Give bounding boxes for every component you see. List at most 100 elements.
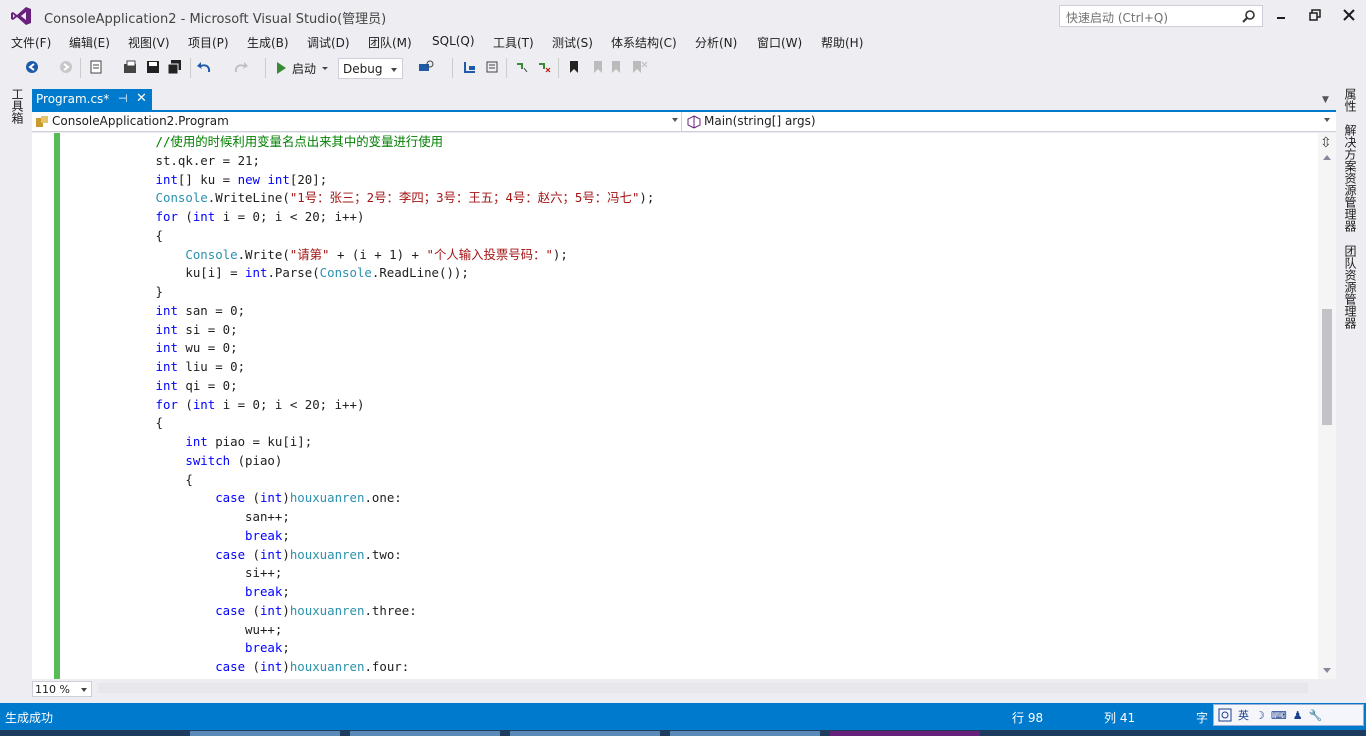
scroll-thumb[interactable]: [1322, 309, 1332, 425]
taskbar-button[interactable]: [350, 731, 500, 736]
ime-keyboard-icon[interactable]: ⌨: [1271, 709, 1287, 722]
solution-configuration-select[interactable]: Debug: [338, 58, 403, 79]
new-project-icon[interactable]: [88, 59, 104, 75]
menu-analyze[interactable]: 分析(N): [695, 34, 737, 51]
code-line[interactable]: break;: [66, 639, 654, 658]
tab-program-cs[interactable]: Program.cs* ⊣ ✕: [32, 89, 152, 110]
scroll-down-icon[interactable]: [1323, 668, 1331, 673]
uncomment-icon[interactable]: [536, 59, 552, 75]
start-debugging-button[interactable]: 启动: [275, 58, 329, 78]
code-line[interactable]: for (int i = 0; i < 20; i++): [66, 396, 654, 415]
code-line[interactable]: //使用的时候利用变量名点出来其中的变量进行使用: [66, 133, 654, 152]
menu-sql[interactable]: SQL(Q): [432, 34, 475, 48]
ime-logo-icon[interactable]: [1218, 708, 1232, 722]
code-line[interactable]: {: [66, 471, 654, 490]
code-line[interactable]: int[] ku = new int[20];: [66, 171, 654, 190]
team-explorer-tab[interactable]: 团队资源管理器: [1342, 245, 1359, 329]
code-line[interactable]: ku[i] = int.Parse(Console.ReadLine());: [66, 264, 654, 283]
taskbar-button[interactable]: [190, 731, 340, 736]
split-editor-icon[interactable]: ⇳: [1320, 135, 1332, 151]
taskbar-button[interactable]: [670, 731, 820, 736]
code-editor[interactable]: //使用的时候利用变量名点出来其中的变量进行使用 st.qk.er = 21; …: [32, 133, 1318, 679]
code-line[interactable]: case (int)houxuanren.four:: [66, 658, 654, 677]
ime-toolbar[interactable]: 英 ☽ ⌨ ♟ 🔧: [1213, 704, 1364, 726]
code-line[interactable]: san++;: [66, 508, 654, 527]
code-line[interactable]: int wu = 0;: [66, 339, 654, 358]
restore-button[interactable]: [1304, 6, 1326, 24]
properties-tab[interactable]: 属性: [1342, 88, 1359, 112]
code-line[interactable]: wu++;: [66, 621, 654, 640]
code-line[interactable]: int san = 0;: [66, 302, 654, 321]
code-line[interactable]: int qi = 0;: [66, 377, 654, 396]
menu-view[interactable]: 视图(V): [128, 34, 170, 51]
ime-language-toggle[interactable]: 英: [1238, 707, 1249, 723]
open-file-icon[interactable]: [122, 59, 138, 75]
solution-explorer-tab[interactable]: 解决方案资源管理器: [1342, 124, 1359, 232]
menu-debug[interactable]: 调试(D): [307, 34, 350, 51]
comment-icon[interactable]: [514, 59, 530, 75]
menu-tools[interactable]: 工具(T): [493, 34, 534, 51]
code-line[interactable]: }: [66, 283, 654, 302]
taskbar-button[interactable]: [510, 731, 660, 736]
pin-icon[interactable]: ⊣: [118, 92, 128, 105]
clear-bookmarks-icon[interactable]: [632, 59, 648, 75]
code-line[interactable]: int liu = 0;: [66, 358, 654, 377]
undo-icon[interactable]: [197, 59, 213, 75]
properties-icon[interactable]: [484, 59, 500, 75]
scroll-up-icon[interactable]: [1323, 155, 1331, 160]
class-dropdown[interactable]: ConsoleApplication2.Program: [32, 112, 682, 132]
menu-window[interactable]: 窗口(W): [757, 34, 802, 51]
minimize-button[interactable]: [1270, 6, 1292, 24]
menu-team[interactable]: 团队(M): [368, 34, 412, 51]
quick-launch-input[interactable]: 快速启动 (Ctrl+Q): [1059, 5, 1263, 27]
solution-explorer-icon[interactable]: [462, 59, 478, 75]
ime-punctuation-icon[interactable]: ☽: [1255, 709, 1265, 722]
ime-user-icon[interactable]: ♟: [1293, 709, 1303, 722]
member-dropdown[interactable]: Main(string[] args): [684, 112, 1334, 132]
search-icon[interactable]: [1242, 9, 1256, 23]
menu-test[interactable]: 测试(S): [552, 34, 593, 51]
next-bookmark-icon[interactable]: [610, 59, 626, 75]
code-line[interactable]: switch (piao): [66, 452, 654, 471]
previous-bookmark-icon[interactable]: [588, 59, 604, 75]
menu-project[interactable]: 项目(P): [188, 34, 229, 51]
tab-overflow-icon[interactable]: ▼: [1322, 95, 1329, 105]
horizontal-scrollbar[interactable]: [98, 683, 1308, 693]
code-line[interactable]: case (int)houxuanren.one:: [66, 489, 654, 508]
code-line[interactable]: Console.WriteLine("1号：张三；2号：李四；3号：王五；4号：…: [66, 189, 655, 208]
menu-edit[interactable]: 编辑(E): [69, 34, 110, 51]
code-line[interactable]: break;: [66, 583, 654, 602]
ime-settings-icon[interactable]: 🔧: [1309, 709, 1323, 722]
code-line[interactable]: case (int)houxuanren.three:: [66, 602, 654, 621]
code-line[interactable]: int piao = ku[i];: [66, 433, 654, 452]
redo-icon[interactable]: [232, 59, 248, 75]
zoom-select[interactable]: 110 %: [32, 681, 92, 697]
taskbar-button[interactable]: [830, 731, 980, 736]
code-line[interactable]: si++;: [66, 564, 654, 583]
find-in-files-icon[interactable]: [418, 59, 434, 75]
code-line[interactable]: Console.Write("请第" + (i + 1) + "个人输入投票号码…: [66, 246, 654, 265]
close-tab-icon[interactable]: ✕: [136, 91, 147, 106]
code-line[interactable]: int si = 0;: [66, 321, 654, 340]
code-line[interactable]: st.qk.er = 21;: [66, 152, 654, 171]
menu-file[interactable]: 文件(F): [11, 34, 51, 51]
bookmark-icon[interactable]: [566, 59, 582, 75]
code-line[interactable]: case (int)houxuanren.two:: [66, 546, 654, 565]
toolbox-tab[interactable]: 工具箱: [9, 88, 26, 124]
code-line[interactable]: break;: [66, 527, 654, 546]
code-text[interactable]: //使用的时候利用变量名点出来其中的变量进行使用 st.qk.er = 21; …: [66, 133, 655, 679]
code-line[interactable]: {: [66, 227, 654, 246]
save-all-icon[interactable]: [167, 59, 183, 75]
menu-help[interactable]: 帮助(H): [821, 34, 863, 51]
back-icon[interactable]: [24, 59, 40, 75]
menu-build[interactable]: 生成(B): [247, 34, 289, 51]
forward-icon[interactable]: [58, 59, 74, 75]
code-line[interactable]: for (int i = 0; i < 20; i++): [66, 208, 654, 227]
vertical-scrollbar[interactable]: ⇳: [1318, 133, 1336, 679]
menu-architecture[interactable]: 体系结构(C): [611, 34, 677, 51]
indicator-margin[interactable]: [32, 133, 54, 679]
code-line[interactable]: {: [66, 414, 654, 433]
save-icon[interactable]: [145, 59, 161, 75]
close-window-button[interactable]: [1338, 6, 1360, 24]
